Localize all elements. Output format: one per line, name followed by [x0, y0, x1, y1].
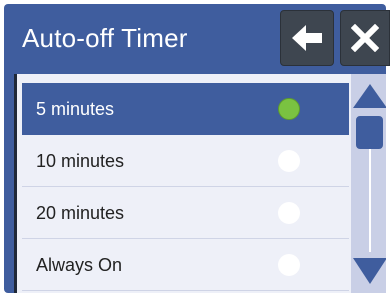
- option-label: 20 minutes: [36, 203, 125, 223]
- option-5-minutes[interactable]: 5 minutes: [22, 83, 349, 135]
- arrow-left-icon: [292, 25, 322, 51]
- option-always-on[interactable]: Always On: [22, 239, 349, 291]
- timer-options-list: 5 minutes 10 minutes 20 minutes Always O…: [14, 74, 386, 293]
- radio-selected-icon[interactable]: [278, 98, 300, 120]
- back-button[interactable]: [280, 10, 334, 66]
- close-button[interactable]: [340, 10, 390, 66]
- scrollbar[interactable]: [351, 74, 386, 293]
- radio-icon[interactable]: [278, 150, 300, 172]
- close-icon: [351, 24, 379, 52]
- radio-icon[interactable]: [278, 254, 300, 276]
- option-label: 10 minutes: [36, 151, 125, 171]
- option-label: 5 minutes: [36, 99, 115, 119]
- scroll-track: [369, 134, 371, 252]
- scroll-thumb[interactable]: [356, 116, 383, 149]
- option-10-minutes[interactable]: 10 minutes: [22, 135, 349, 187]
- scroll-up-arrow-icon[interactable]: [351, 82, 386, 110]
- dialog-title: Auto-off Timer: [22, 23, 188, 53]
- scroll-down-arrow-icon[interactable]: [351, 256, 386, 286]
- option-label: Always On: [36, 255, 123, 275]
- radio-icon[interactable]: [278, 202, 300, 224]
- option-20-minutes[interactable]: 20 minutes: [22, 187, 349, 239]
